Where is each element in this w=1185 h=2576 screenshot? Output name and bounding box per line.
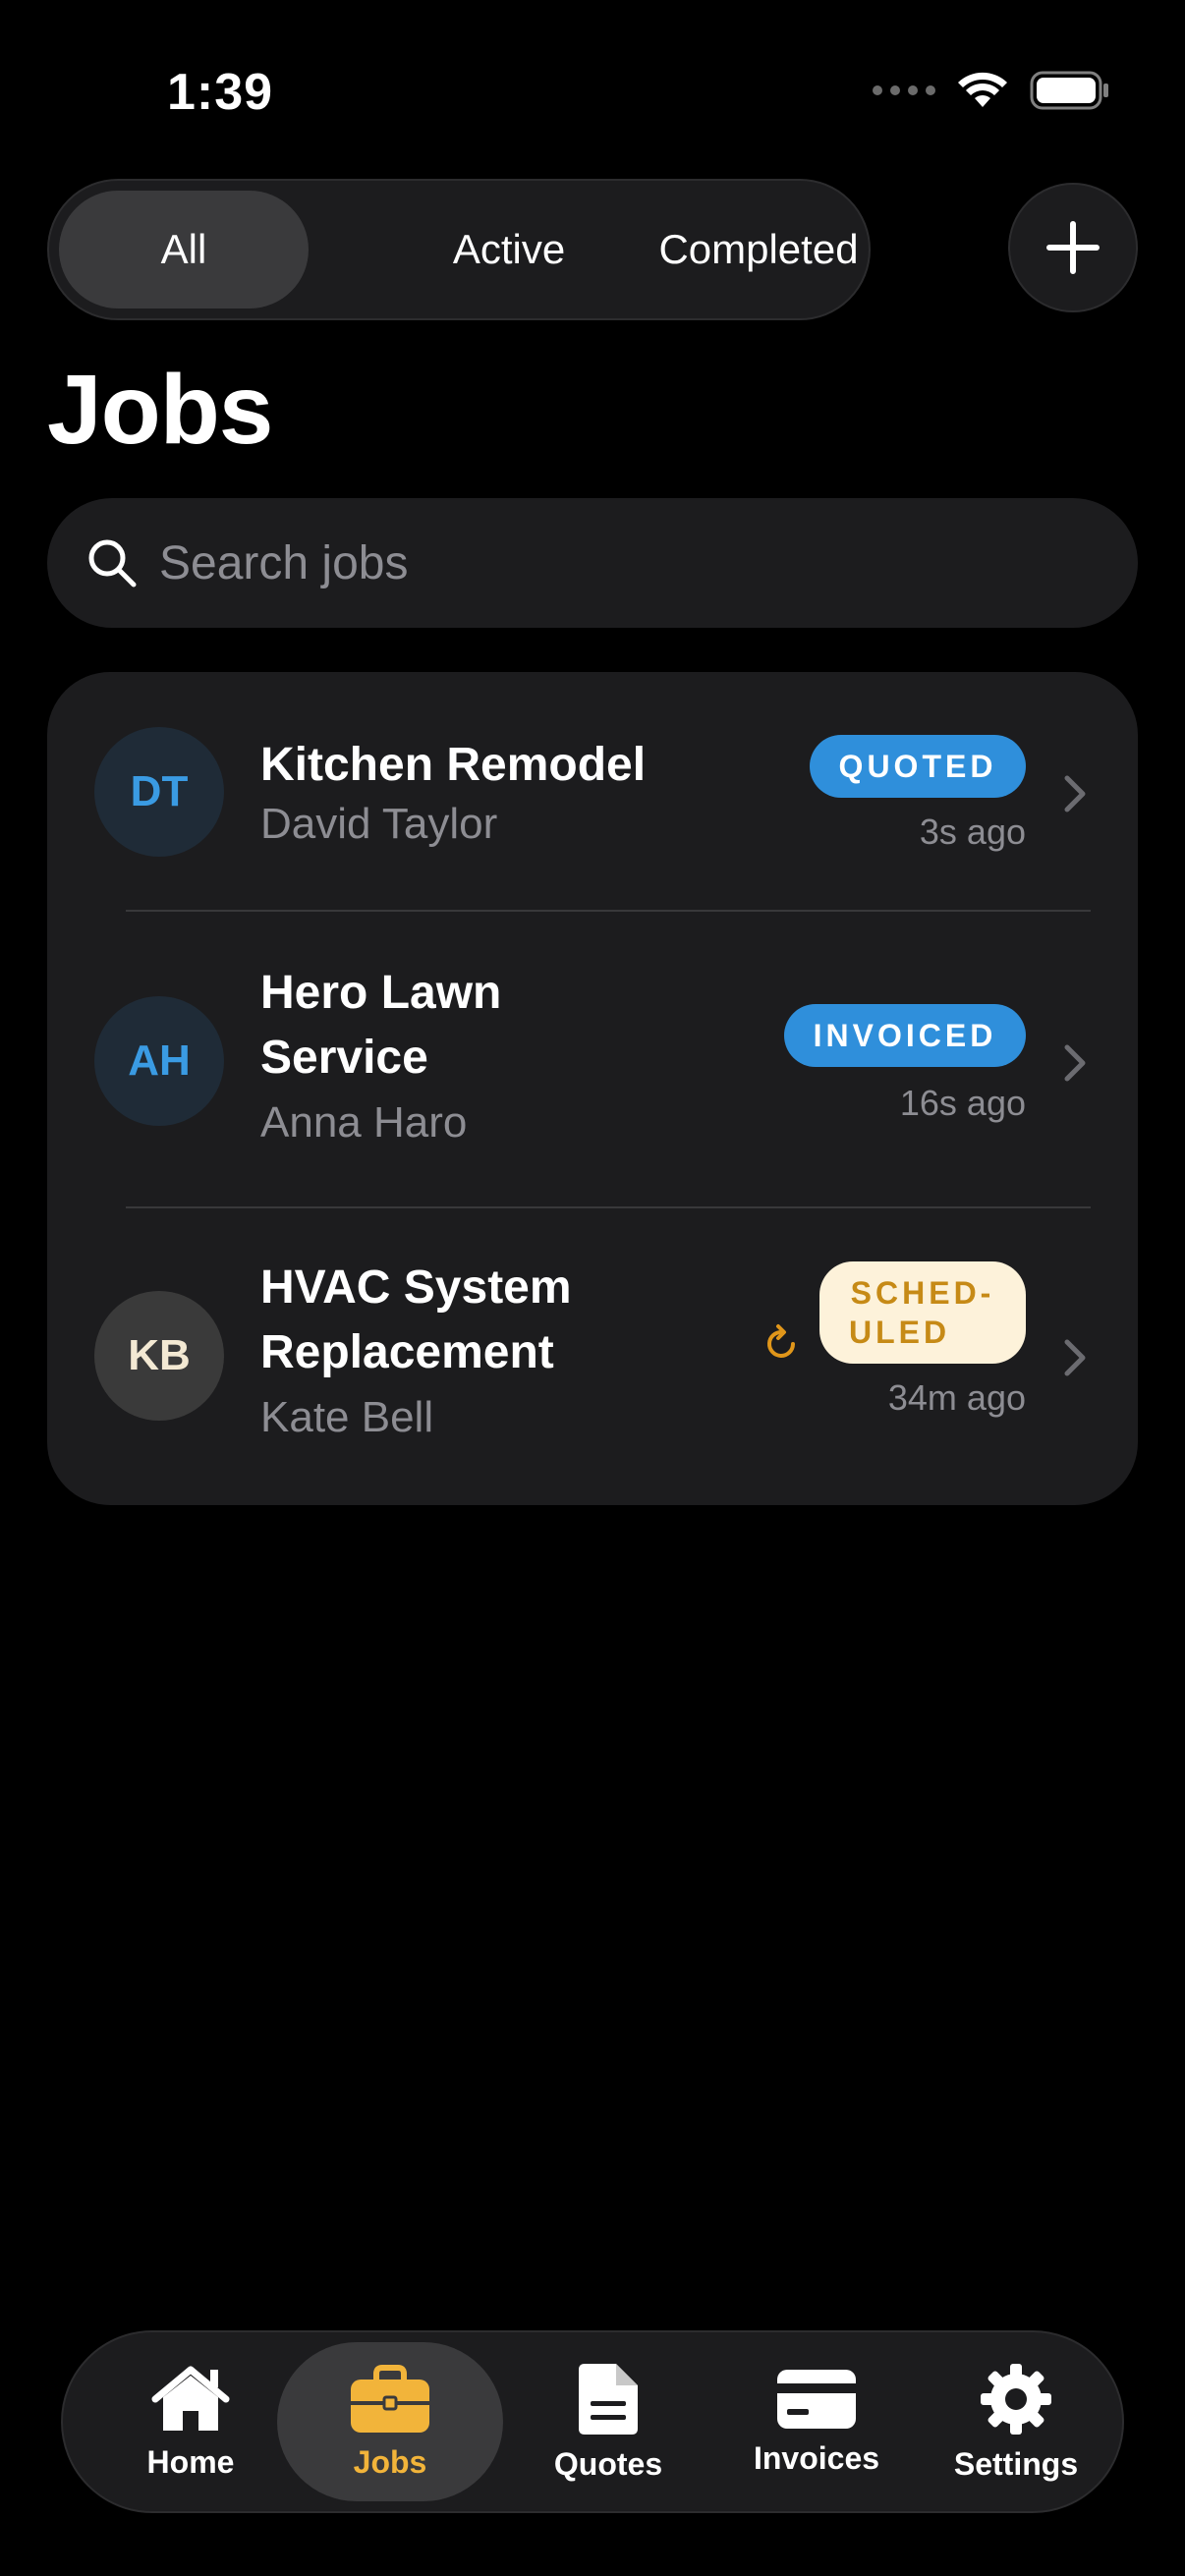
tab-settings-label: Settings [953, 2445, 1079, 2482]
home-icon [151, 2366, 230, 2431]
job-title-line-1: Hero Lawn [260, 967, 502, 1019]
status-badge: QUOTED [810, 735, 1026, 798]
plus-icon [1046, 221, 1100, 274]
status-badge: SCHED- ULED [819, 1261, 1026, 1364]
job-updated-time: 34m ago [887, 1377, 1026, 1418]
filter-all[interactable]: All [59, 191, 309, 308]
avatar: AH [94, 996, 224, 1126]
jobs-list: DT Kitchen Remodel David Taylor QUOTED 3… [47, 672, 1138, 1505]
search-input[interactable] [159, 535, 1044, 590]
tab-jobs[interactable]: Jobs [277, 2342, 503, 2501]
tab-home[interactable]: Home [100, 2342, 281, 2501]
chevron-right-icon [1064, 1044, 1086, 1082]
document-icon [579, 2363, 638, 2435]
tab-home-label: Home [146, 2443, 235, 2480]
status-badge: INVOICED [784, 1004, 1026, 1067]
chevron-right-icon [1064, 1339, 1086, 1376]
tab-bar: Home Jobs Quotes Invoices Settings [61, 2330, 1124, 2513]
wifi-icon [958, 72, 1007, 107]
job-row[interactable]: AH Hero Lawn Service Anna Haro INVOICED … [47, 912, 1138, 1206]
page-title: Jobs [47, 355, 273, 465]
avatar: DT [94, 727, 224, 857]
job-title-line-2: Service [260, 1032, 428, 1084]
tab-quotes[interactable]: Quotes [505, 2342, 711, 2501]
job-title: Kitchen Remodel [260, 739, 647, 791]
briefcase-icon [351, 2364, 429, 2433]
status-badge-line-2: ULED [849, 1315, 951, 1350]
job-title-line-2: Replacement [260, 1326, 554, 1378]
job-title-line-1: HVAC System [260, 1261, 572, 1314]
avatar: KB [94, 1291, 224, 1421]
job-client: Anna Haro [260, 1098, 468, 1147]
refresh-icon [767, 1324, 795, 1358]
gear-icon [981, 2363, 1051, 2435]
tab-jobs-label: Jobs [353, 2443, 427, 2480]
cellular-signal-icon [873, 85, 935, 95]
job-client: Kate Bell [260, 1393, 434, 1441]
search-bar[interactable] [47, 498, 1138, 628]
job-row[interactable]: DT Kitchen Remodel David Taylor QUOTED 3… [47, 672, 1138, 912]
job-row[interactable]: KB HVAC System Replacement Kate Bell SCH… [47, 1208, 1138, 1505]
tab-quotes-label: Quotes [553, 2445, 663, 2482]
job-client: David Taylor [260, 800, 498, 848]
add-job-button[interactable] [1008, 183, 1138, 312]
tab-invoices[interactable]: Invoices [704, 2342, 930, 2501]
filter-completed[interactable]: Completed [623, 191, 894, 308]
status-icons [873, 71, 1110, 110]
tab-invoices-label: Invoices [753, 2439, 880, 2476]
filter-active[interactable]: Active [373, 191, 645, 308]
job-filter-segmented-control: All Active Completed [47, 179, 871, 320]
status-badge-line-1: SCHED- [850, 1275, 995, 1311]
status-time: 1:39 [167, 64, 274, 121]
job-updated-time: 3s ago [919, 812, 1026, 852]
job-updated-time: 16s ago [899, 1083, 1026, 1123]
chevron-right-icon [1064, 775, 1086, 812]
battery-icon [1030, 71, 1108, 110]
tab-settings[interactable]: Settings [918, 2342, 1114, 2501]
search-icon [88, 539, 137, 588]
credit-card-icon [777, 2369, 856, 2429]
